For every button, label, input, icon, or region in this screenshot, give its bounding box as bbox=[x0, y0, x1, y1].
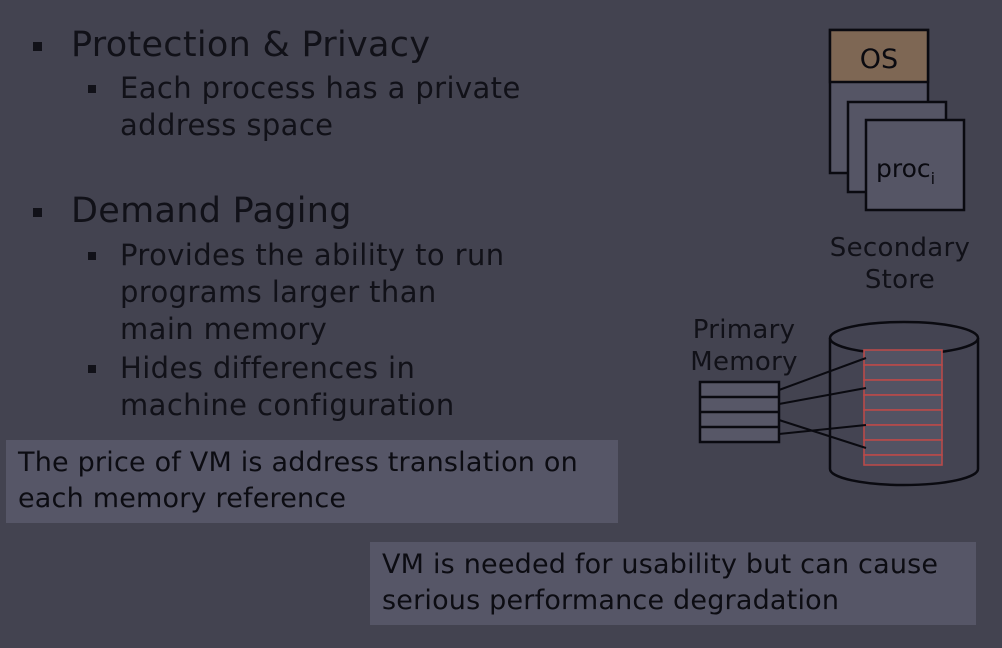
proc-label: proci bbox=[876, 154, 935, 188]
vm-diagram: OS proci bbox=[698, 28, 980, 487]
disk-pages bbox=[863, 349, 943, 466]
secondary-store-label: Secondary Store bbox=[829, 233, 971, 295]
os-label: OS bbox=[860, 44, 898, 75]
primary-memory-block bbox=[698, 380, 781, 444]
primary-memory-label: Primary Memory bbox=[690, 315, 798, 377]
